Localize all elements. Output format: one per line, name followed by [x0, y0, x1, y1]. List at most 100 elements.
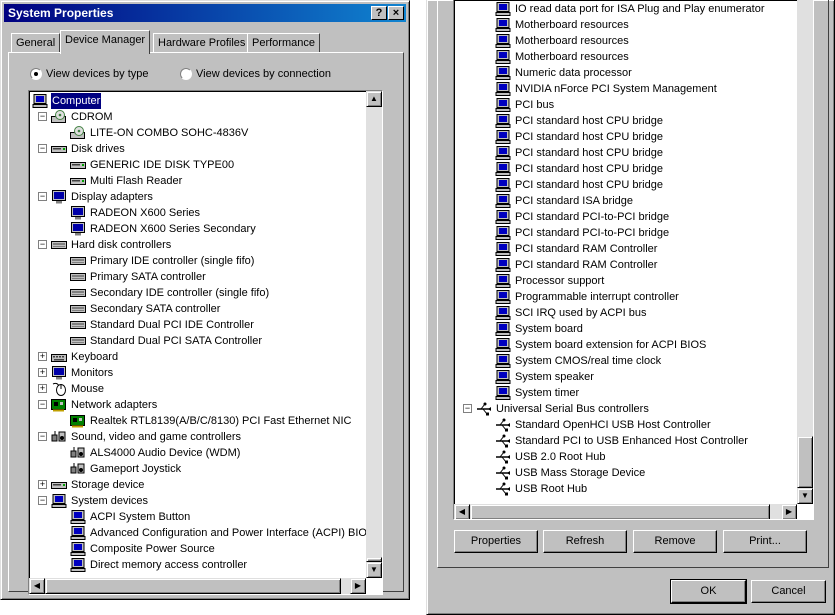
device-tree-item-row[interactable]: PCI bus — [454, 97, 795, 113]
device-tree-item-row[interactable]: Composite Power Source — [29, 541, 364, 557]
view-by-connection-radio[interactable]: View devices by connection — [180, 68, 331, 80]
device-tree-item-row[interactable]: RADEON X600 Series Secondary — [29, 221, 364, 237]
collapse-icon[interactable]: − — [38, 112, 47, 121]
device-tree-item-row[interactable]: Realtek RTL8139(A/B/C/8130) PCI Fast Eth… — [29, 413, 364, 429]
close-button[interactable]: × — [388, 6, 404, 20]
device-tree-item-row[interactable]: Multi Flash Reader — [29, 173, 364, 189]
scroll-left-icon[interactable]: ◀ — [454, 504, 470, 519]
device-tree-item-row[interactable]: Gameport Joystick — [29, 461, 364, 477]
device-tree-item-row[interactable]: − Hard disk controllers — [29, 237, 364, 253]
collapse-icon[interactable]: − — [38, 400, 47, 409]
scroll-thumb-scrolled[interactable] — [797, 436, 813, 488]
device-tree-item-row[interactable]: PCI standard ISA bridge — [454, 193, 795, 209]
device-tree-item-row[interactable]: NVIDIA nForce PCI System Management — [454, 81, 795, 97]
device-tree-item-row[interactable]: + Storage device — [29, 477, 364, 493]
device-tree-item-row[interactable]: − Disk drives — [29, 141, 364, 157]
scroll-left-icon[interactable]: ◀ — [29, 578, 45, 594]
device-tree-item-row[interactable]: PCI standard host CPU bridge — [454, 113, 795, 129]
device-tree-item-row[interactable]: System board — [454, 321, 795, 337]
collapse-icon[interactable]: − — [38, 240, 47, 249]
device-tree-item-row[interactable]: − System devices — [29, 493, 364, 509]
print-button[interactable]: Print... — [723, 530, 807, 553]
device-tree-item-row[interactable]: − CDROM — [29, 109, 364, 125]
expand-icon[interactable]: + — [38, 480, 47, 489]
device-tree-item-row[interactable]: PCI standard host CPU bridge — [454, 145, 795, 161]
expand-icon[interactable]: + — [38, 368, 47, 377]
tab-device-manager[interactable]: Device Manager — [60, 30, 151, 54]
device-tree-item-row[interactable]: Primary IDE controller (single fifo) — [29, 253, 364, 269]
device-tree-item-row[interactable]: LITE-ON COMBO SOHC-4836V — [29, 125, 364, 141]
refresh-button[interactable]: Refresh — [543, 530, 627, 553]
device-tree-item-row[interactable]: Numeric data processor — [454, 65, 795, 81]
device-tree-item-row[interactable]: Processor support — [454, 273, 795, 289]
device-tree-item-row[interactable]: USB Root Hub — [454, 481, 795, 497]
device-tree-item-row[interactable]: Motherboard resources — [454, 33, 795, 49]
help-button[interactable]: ? — [371, 6, 387, 20]
device-tree-item-row[interactable]: GENERIC IDE DISK TYPE00 — [29, 157, 364, 173]
horizontal-scrollbar[interactable]: ◀ ▶ — [29, 578, 366, 594]
hscroll-thumb-scrolled[interactable] — [470, 504, 770, 519]
tab-hardware-profiles[interactable]: Hardware Profiles — [153, 33, 251, 52]
device-tree-item-row[interactable]: USB Mass Storage Device — [454, 465, 795, 481]
device-tree-item-row[interactable]: System timer — [454, 385, 795, 401]
device-tree-item-row[interactable]: Standard OpenHCI USB Host Controller — [454, 417, 795, 433]
device-tree-item-row[interactable]: PCI standard host CPU bridge — [454, 129, 795, 145]
title-bar[interactable]: System Properties ? × — [4, 4, 406, 22]
hscroll-thumb[interactable] — [45, 578, 341, 594]
device-tree-item-row[interactable]: Direct memory access controller — [29, 557, 364, 573]
device-tree-item-row[interactable]: − Display adapters — [29, 189, 364, 205]
device-tree-item-row[interactable]: ACPI System Button — [29, 509, 364, 525]
scroll-right-icon[interactable]: ▶ — [350, 578, 366, 594]
scroll-up-icon[interactable]: ▲ — [366, 91, 382, 107]
device-tree-item-row[interactable]: Secondary IDE controller (single fifo) — [29, 285, 364, 301]
device-tree-item-row[interactable]: − Sound, video and game controllers — [29, 429, 364, 445]
device-tree-scrolled[interactable]: IO read data port for ISA Plug and Play … — [453, 0, 814, 520]
device-tree-item-row[interactable]: System speaker — [454, 369, 795, 385]
remove-button[interactable]: Remove — [633, 530, 717, 553]
device-tree-item-row[interactable]: PCI standard PCI-to-PCI bridge — [454, 209, 795, 225]
tab-performance[interactable]: Performance — [247, 33, 320, 52]
device-tree-item-row[interactable]: Advanced Configuration and Power Interfa… — [29, 525, 374, 541]
scroll-down-icon[interactable]: ▼ — [366, 562, 382, 578]
scroll-down-icon[interactable]: ▼ — [797, 488, 813, 504]
device-tree-item-row[interactable]: USB 2.0 Root Hub — [454, 449, 795, 465]
view-by-type-radio[interactable]: View devices by type — [30, 68, 149, 80]
collapse-icon[interactable]: − — [38, 144, 47, 153]
vertical-scrollbar[interactable]: ▲ ▼ — [366, 91, 382, 578]
device-tree-item-row[interactable]: PCI standard RAM Controller — [454, 257, 795, 273]
device-tree-item-row[interactable]: System CMOS/real time clock — [454, 353, 795, 369]
collapse-icon[interactable]: − — [38, 496, 47, 505]
horizontal-scrollbar-scrolled[interactable]: ◀ ▶ — [454, 504, 797, 519]
device-tree-item-row[interactable]: PCI standard RAM Controller — [454, 241, 795, 257]
device-tree-item-row[interactable]: Computer — [29, 92, 364, 110]
vertical-scrollbar-scrolled[interactable]: ▼ — [797, 0, 813, 504]
device-tree-item-row[interactable]: Programmable interrupt controller — [454, 289, 795, 305]
device-tree-item-row[interactable]: PCI standard host CPU bridge — [454, 177, 795, 193]
scroll-right-icon[interactable]: ▶ — [781, 504, 797, 519]
device-tree-item-row[interactable]: RADEON X600 Series — [29, 205, 364, 221]
device-tree[interactable]: Computer − CDROM LITE-ON COMBO SOHC-4836V − D… — [28, 90, 383, 595]
device-tree-item-row[interactable]: PCI standard PCI-to-PCI bridge — [454, 225, 795, 241]
device-tree-item-row[interactable]: + Keyboard — [29, 349, 364, 365]
device-tree-item-row[interactable]: System board extension for ACPI BIOS — [454, 337, 795, 353]
device-tree-item-row[interactable]: − Universal Serial Bus controllers — [454, 401, 795, 417]
device-tree-item-row[interactable]: Motherboard resources — [454, 17, 795, 33]
tab-general[interactable]: General — [11, 33, 61, 52]
expand-icon[interactable]: + — [38, 352, 47, 361]
expand-icon[interactable]: + — [38, 384, 47, 393]
ok-button[interactable]: OK — [670, 579, 747, 604]
device-tree-item-row[interactable]: Primary SATA controller — [29, 269, 364, 285]
cancel-button[interactable]: Cancel — [751, 580, 826, 603]
device-tree-item-row[interactable]: IO read data port for ISA Plug and Play … — [454, 1, 795, 17]
device-tree-item-row[interactable]: Standard Dual PCI SATA Controller — [29, 333, 364, 349]
collapse-icon[interactable]: − — [38, 192, 47, 201]
properties-button[interactable]: Properties — [454, 530, 538, 553]
device-tree-item-row[interactable]: − Network adapters — [29, 397, 364, 413]
device-tree-item-row[interactable]: SCI IRQ used by ACPI bus — [454, 305, 795, 321]
device-tree-item-row[interactable]: + Mouse — [29, 381, 364, 397]
collapse-icon[interactable]: − — [38, 432, 47, 441]
device-tree-item-row[interactable]: Secondary SATA controller — [29, 301, 364, 317]
device-tree-item-row[interactable]: ALS4000 Audio Device (WDM) — [29, 445, 364, 461]
device-tree-item-row[interactable]: PCI standard host CPU bridge — [454, 161, 795, 177]
collapse-icon[interactable]: − — [463, 404, 472, 413]
